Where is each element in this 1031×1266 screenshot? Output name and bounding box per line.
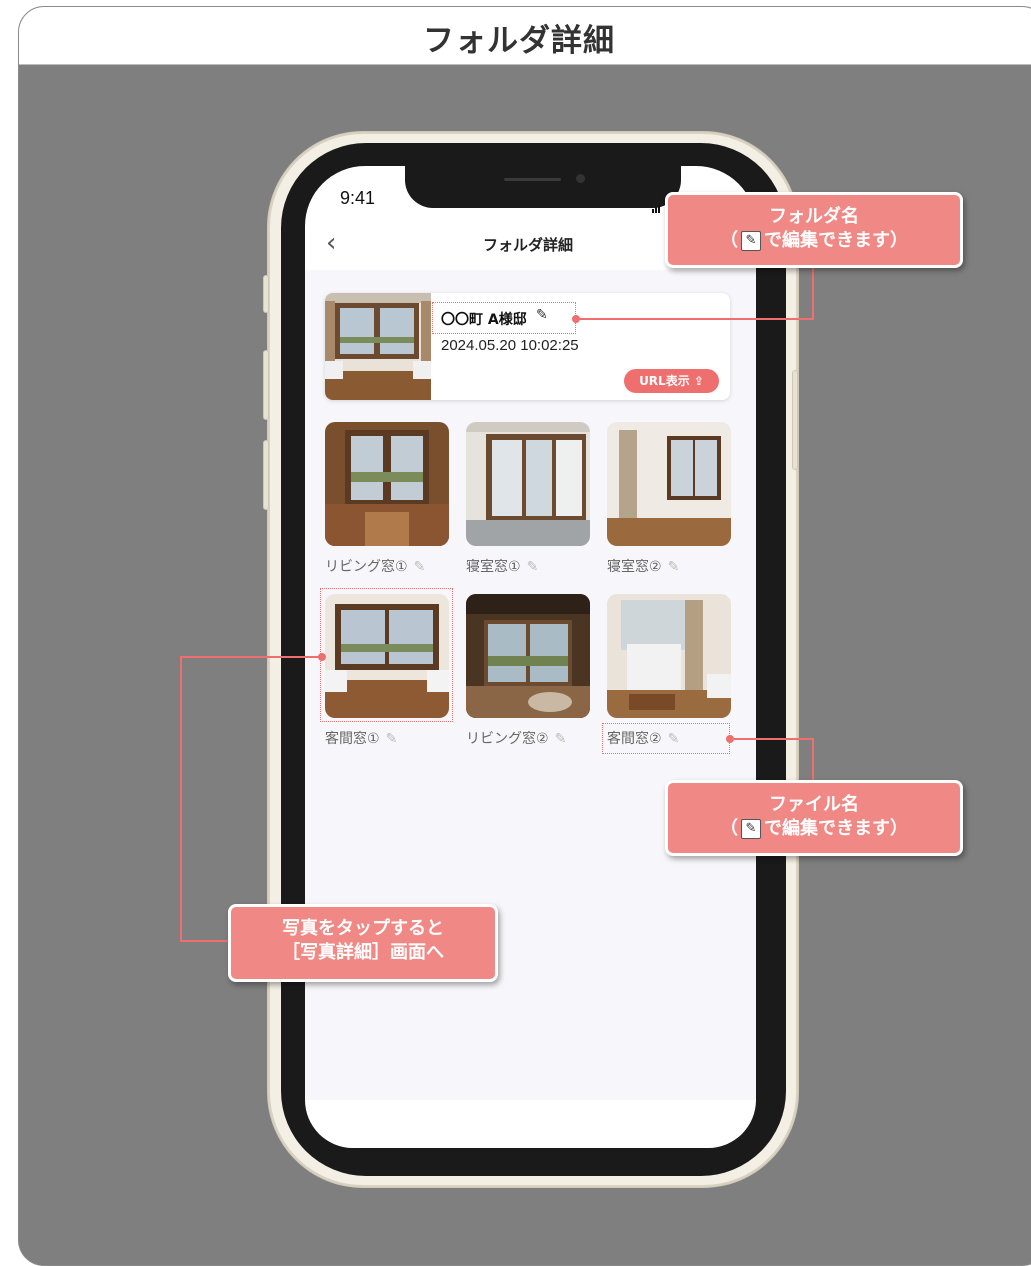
folder-name-edit-icon[interactable]: ✎: [536, 307, 548, 323]
callout-text: （✎ で編集できます）: [668, 229, 960, 253]
callout-title: ファイル名: [769, 794, 859, 815]
photo-label[interactable]: リビング窓① ✎: [325, 556, 425, 576]
tap-callout-leader-bottom: [180, 940, 232, 942]
pencil-icon: ✎: [741, 819, 761, 839]
photo-label[interactable]: 客間窓① ✎: [325, 728, 397, 748]
photo-thumbnail[interactable]: [325, 422, 449, 546]
leader-dot: [726, 735, 734, 743]
callout-text-post: で編集できます）: [764, 818, 908, 839]
photo-label-text: リビング窓②: [466, 731, 549, 747]
pencil-icon[interactable]: ✎: [555, 731, 567, 747]
photo-thumbnail[interactable]: [466, 594, 590, 718]
photo-thumbnail[interactable]: [607, 594, 731, 718]
back-icon[interactable]: ‹: [326, 228, 336, 258]
phone-notch: [405, 144, 681, 208]
frame-title: フォルダ詳細: [423, 23, 615, 59]
folder-name-callout: フォルダ名 （✎ で編集できます）: [665, 192, 963, 268]
speaker-grille: [504, 178, 561, 181]
file-callout-leader: [730, 738, 814, 740]
callout-text-pre: （: [720, 818, 738, 839]
photo-thumbnail[interactable]: [466, 422, 590, 546]
signal-icon: [652, 198, 660, 213]
tap-callout-leader-vertical: [180, 656, 182, 942]
photo-label-text: 客間窓②: [607, 731, 662, 747]
pencil-icon: ✎: [741, 231, 761, 251]
leader-dot: [572, 315, 580, 323]
file-name-callout: ファイル名 （✎ で編集できます）: [665, 780, 963, 856]
phone-volume-down: [263, 440, 269, 510]
callout-text-pre: （: [720, 230, 738, 251]
frame-header: フォルダ詳細: [19, 7, 1031, 65]
folder-callout-leader-vertical: [812, 265, 814, 320]
folder-callout-leader: [576, 318, 814, 320]
tap-photo-callout: 写真をタップすると ［写真詳細］画面へ: [228, 904, 498, 982]
phone-silent-switch: [263, 275, 269, 313]
photo-thumbnail[interactable]: [607, 422, 731, 546]
photo-label-text: リビング窓①: [325, 559, 408, 575]
callout-text: （✎ で編集できます）: [668, 817, 960, 841]
pencil-icon[interactable]: ✎: [386, 731, 398, 747]
photo-label-text: 寝室窓②: [607, 559, 662, 575]
leader-dot: [318, 653, 326, 661]
home-area: [305, 1100, 756, 1148]
pencil-icon[interactable]: ✎: [527, 559, 539, 575]
folder-name[interactable]: 〇〇町 A様邸: [441, 309, 527, 329]
photo-label-text: 寝室窓①: [466, 559, 521, 575]
pencil-icon[interactable]: ✎: [668, 731, 680, 747]
file-callout-leader-vertical: [812, 738, 814, 782]
callout-text: ［写真詳細］画面へ: [282, 942, 444, 963]
url-display-button[interactable]: URL表示 ⇪: [624, 369, 719, 393]
folder-date: 2024.05.20 10:02:25: [441, 337, 579, 354]
callout-title: フォルダ名: [769, 206, 859, 227]
photo-label-text: 客間窓①: [325, 731, 380, 747]
screen-title: フォルダ詳細: [482, 236, 573, 254]
photo-thumbnail[interactable]: [325, 594, 449, 718]
pencil-icon[interactable]: ✎: [668, 559, 680, 575]
tap-callout-leader: [180, 656, 322, 658]
phone-power-button: [792, 370, 798, 470]
callout-title: 写真をタップすると: [282, 918, 444, 939]
photo-label[interactable]: 寝室窓② ✎: [607, 556, 679, 576]
folder-thumbnail[interactable]: [325, 293, 431, 400]
photo-label[interactable]: 寝室窓① ✎: [466, 556, 538, 576]
photo-label[interactable]: 客間窓② ✎: [607, 728, 679, 748]
callout-text-post: で編集できます）: [764, 230, 908, 251]
front-camera: [576, 174, 585, 183]
photo-label[interactable]: リビング窓② ✎: [466, 728, 566, 748]
pencil-icon[interactable]: ✎: [414, 559, 426, 575]
status-time: 9:41: [340, 188, 376, 208]
phone-volume-up: [263, 350, 269, 420]
